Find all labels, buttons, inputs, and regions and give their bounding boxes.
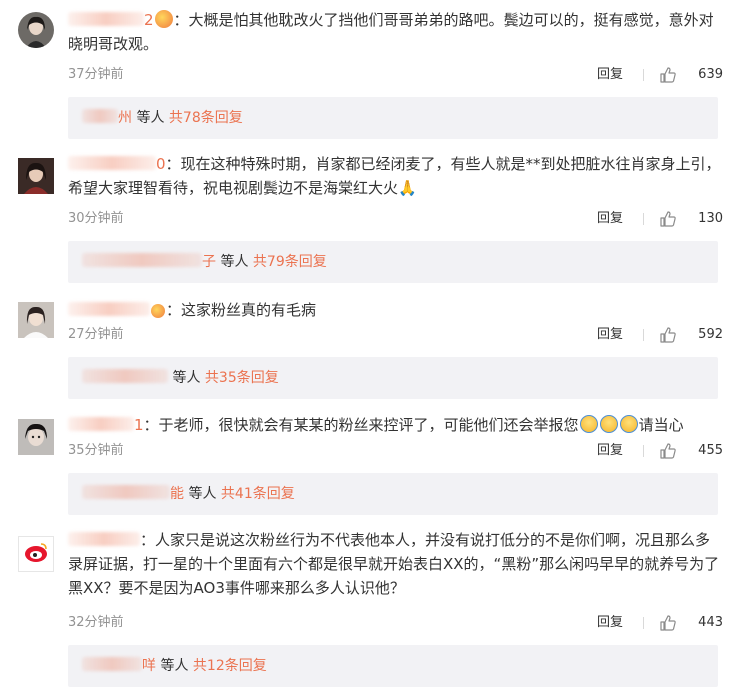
reply-button[interactable]: 回复	[597, 65, 623, 85]
divider	[643, 445, 644, 457]
vip-badge-icon	[151, 304, 165, 318]
reply-count: 共78条回复	[168, 110, 243, 126]
reply-count: 共35条回复	[204, 370, 279, 386]
vip-badge-icon	[154, 10, 173, 28]
comment-time: 35分钟前	[68, 443, 124, 458]
thumbs-up-icon	[660, 327, 676, 343]
blurred-username	[82, 253, 202, 267]
blurred-username	[68, 12, 144, 26]
thumbs-up-icon	[660, 211, 676, 227]
avatar[interactable]	[18, 536, 54, 572]
comment-text: 0：现在这种特殊时期，肖家都已经闭麦了，有些人就是**到处把脏水往肖家身上引，希…	[68, 155, 721, 197]
like-button[interactable]: 592	[659, 325, 723, 345]
comment-meta: 37分钟前 回复 639	[68, 65, 723, 85]
avatar[interactable]	[18, 302, 54, 338]
blurred-username	[82, 485, 170, 499]
thumbs-up-icon	[660, 615, 676, 631]
blurred-username	[68, 532, 140, 546]
like-count: 639	[698, 67, 723, 82]
replies-summary[interactable]: 子 等人 共79条回复	[68, 241, 718, 283]
divider	[643, 617, 644, 629]
comment-meta: 32分钟前 回复 443	[68, 613, 723, 633]
thumbs-up-icon	[660, 67, 676, 83]
like-count: 130	[698, 211, 723, 226]
blurred-username	[82, 109, 118, 123]
reply-button[interactable]: 回复	[597, 441, 623, 461]
like-button[interactable]: 130	[659, 209, 723, 229]
comment-username[interactable]	[68, 531, 140, 549]
crying-laugh-emoji-icon	[579, 415, 598, 433]
blurred-username	[68, 302, 150, 316]
comment-meta: 35分钟前 回复 455	[68, 441, 723, 461]
replies-summary[interactable]: 等人 共35条回复	[68, 357, 718, 399]
replies-summary[interactable]: 州 等人 共78条回复	[68, 97, 718, 139]
like-button[interactable]: 639	[659, 65, 723, 85]
like-count: 443	[698, 615, 723, 630]
reply-count: 共12条回复	[192, 658, 267, 674]
avatar[interactable]	[18, 419, 54, 455]
divider	[643, 329, 644, 341]
comment-text: 1：于老师，很快就会有某某的粉丝来控评了，可能他们还会举报您 请当心	[68, 413, 723, 437]
comment-meta: 30分钟前 回复 130	[68, 209, 723, 229]
divider	[643, 69, 644, 81]
reply-button[interactable]: 回复	[597, 613, 623, 633]
reply-button[interactable]: 回复	[597, 325, 623, 345]
comment-time: 37分钟前	[68, 67, 124, 82]
divider	[643, 213, 644, 225]
blurred-username	[82, 369, 168, 383]
replies-summary[interactable]: 咩 等人 共12条回复	[68, 645, 718, 687]
comment-text: 2 ：大概是怕其他耽改火了挡他们哥哥弟弟的路吧。鬓边可以的，挺有感觉，意外对晓明哥…	[68, 10, 714, 53]
comment-meta: 27分钟前 回复 592	[68, 325, 723, 345]
comment-username[interactable]: 2	[68, 11, 154, 29]
blurred-username	[82, 657, 142, 671]
like-count: 455	[698, 443, 723, 458]
thumbs-up-icon	[660, 443, 676, 459]
avatar[interactable]	[18, 12, 54, 48]
reply-button[interactable]: 回复	[597, 209, 623, 229]
reply-count: 共41条回复	[220, 486, 295, 502]
blurred-username	[68, 417, 134, 431]
crying-laugh-emoji-icon	[599, 415, 618, 433]
crying-laugh-emoji-icon	[619, 415, 638, 433]
comment-text: ：人家只是说这次粉丝行为不代表他本人，并没有说打低分的不是你们啊，况且那么多 录屏…	[68, 531, 720, 597]
like-button[interactable]: 443	[659, 613, 723, 633]
replies-summary[interactable]: 能 等人 共41条回复	[68, 473, 718, 515]
comment-text: ：这家粉丝真的有毛病	[68, 298, 723, 322]
comment-time: 27分钟前	[68, 327, 124, 342]
like-button[interactable]: 455	[659, 441, 723, 461]
reply-count: 共79条回复	[252, 254, 327, 270]
comment-username[interactable]: 1	[68, 416, 144, 434]
blurred-username	[68, 156, 156, 170]
avatar[interactable]	[18, 158, 54, 194]
comment-time: 32分钟前	[68, 615, 124, 630]
comment-time: 30分钟前	[68, 211, 124, 226]
comment-username[interactable]: 0	[68, 155, 166, 173]
like-count: 592	[698, 327, 723, 342]
comment-username[interactable]	[68, 301, 150, 319]
